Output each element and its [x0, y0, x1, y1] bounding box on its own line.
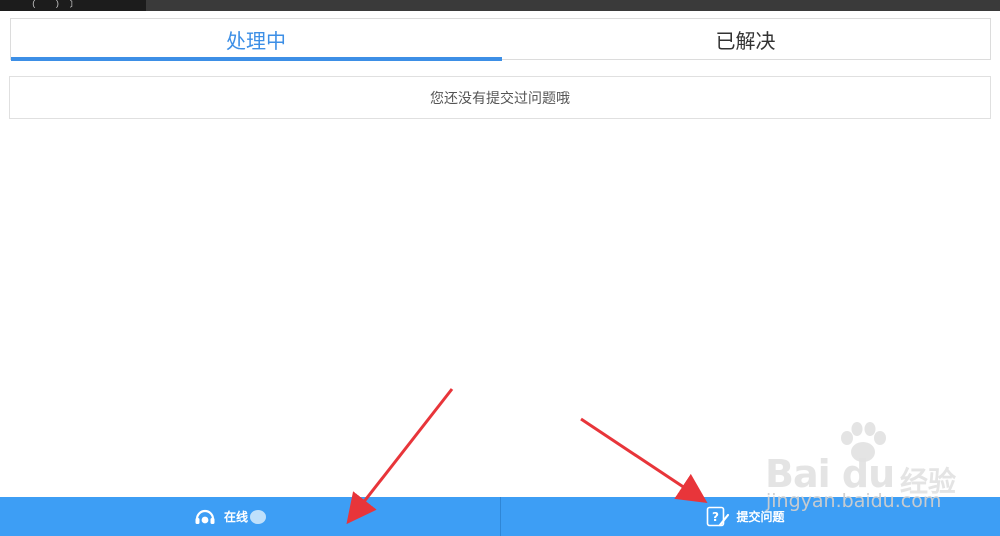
- paw-logo-icon: [841, 422, 886, 462]
- top-status-bar: ﹙ ﹚﹞: [0, 0, 1000, 11]
- tab-processing-label: 处理中: [226, 29, 286, 53]
- ticket-tabs: 处理中 已解决: [10, 18, 991, 61]
- bottom-action-bar: 在线 ? 提交问题: [0, 497, 1000, 536]
- question-edit-icon: ?: [706, 506, 730, 528]
- watermark-brand-suffix: 经验: [900, 465, 957, 498]
- tab-resolved[interactable]: 已解决: [501, 19, 990, 60]
- top-status-bar-left-segment: ﹙ ﹚﹞: [0, 0, 146, 11]
- empty-state-message: 您还没有提交过问题哦: [9, 76, 991, 119]
- active-tab-indicator: [11, 57, 502, 61]
- online-service-label: 在线: [223, 510, 248, 524]
- submit-question-label: 提交问题: [736, 510, 785, 524]
- blurred-text-mask: [250, 509, 266, 524]
- tab-resolved-label: 已解决: [715, 29, 776, 53]
- status-bar-glyphs: ﹙ ﹚﹞: [28, 0, 80, 10]
- annotation-arrow-right: [580, 417, 708, 503]
- online-service-button[interactable]: 在线: [0, 497, 500, 536]
- empty-state-text: 您还没有提交过问题哦: [430, 90, 570, 107]
- submit-question-button[interactable]: ? 提交问题: [501, 497, 1000, 536]
- watermark-brand: Bai du: [765, 452, 895, 496]
- headset-icon: [194, 508, 216, 526]
- svg-text:?: ?: [713, 510, 720, 524]
- tab-processing[interactable]: 处理中: [11, 19, 501, 60]
